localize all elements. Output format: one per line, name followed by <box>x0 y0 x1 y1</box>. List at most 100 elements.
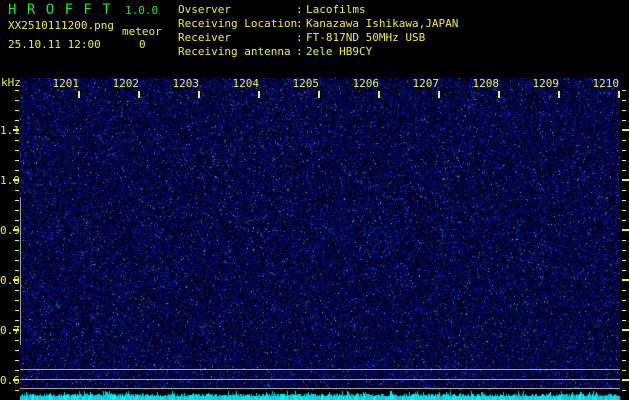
minor-tick <box>622 320 626 321</box>
minor-tick <box>15 350 19 351</box>
app-version: 1.0.0 <box>125 4 159 17</box>
x-axis-time-label: 1202 <box>112 77 140 90</box>
observation-datetime: 25.10.11 12:00 <box>8 38 101 51</box>
minor-tick <box>622 260 626 261</box>
minute-tick <box>198 91 200 98</box>
minor-tick <box>622 360 626 361</box>
info-colon: : <box>296 3 303 16</box>
minor-tick <box>15 200 19 201</box>
minor-tick <box>15 220 19 221</box>
minor-tick <box>15 190 19 191</box>
y-axis-label: 0.7 <box>0 324 20 337</box>
minor-tick <box>15 340 19 341</box>
minor-tick <box>622 390 626 391</box>
info-colon: : <box>296 17 303 30</box>
minute-tick <box>378 91 380 98</box>
x-axis-time-label: 1205 <box>292 77 320 90</box>
minor-tick <box>15 260 19 261</box>
app-title: H R O F F T <box>8 2 112 18</box>
x-axis-time-label: 1203 <box>172 77 200 90</box>
minor-tick <box>15 290 19 291</box>
minor-tick <box>622 310 626 311</box>
minute-tick <box>78 91 80 98</box>
minor-tick <box>15 300 19 301</box>
minor-tick <box>15 370 19 371</box>
minor-tick <box>15 110 19 111</box>
minor-tick <box>622 90 626 91</box>
minor-tick <box>622 120 626 121</box>
minor-tick <box>15 270 19 271</box>
minute-tick <box>498 91 500 98</box>
reference-line-0p60khz <box>20 379 620 380</box>
info-row-receiver: Receiver: FT-817ND 50MHz USB <box>178 31 458 45</box>
minor-tick <box>15 170 19 171</box>
station-info-block: Ovserver: Lacofilms Receiving Location: Ka… <box>178 3 458 59</box>
x-axis-time-label: 1208 <box>472 77 500 90</box>
info-label: Receiver <box>178 31 231 44</box>
minor-tick <box>15 100 19 101</box>
minor-tick <box>622 370 626 371</box>
minor-tick <box>622 160 626 161</box>
minor-tick <box>15 120 19 121</box>
minor-tick <box>622 150 626 151</box>
minor-tick <box>622 350 626 351</box>
x-axis-time-label: 1204 <box>232 77 260 90</box>
minor-tick <box>622 100 626 101</box>
minor-tick <box>622 300 626 301</box>
minor-tick <box>15 240 19 241</box>
minute-tick <box>258 91 260 98</box>
minor-tick <box>622 190 626 191</box>
hrofft-output-image: H R O F F T 1.0.0 XX2510111200.png meteo… <box>0 0 629 400</box>
output-filename: XX2510111200.png <box>8 19 114 32</box>
minor-tick <box>15 250 19 251</box>
major-tick <box>622 329 629 331</box>
info-colon: : <box>296 45 303 58</box>
info-value: FT-817ND 50MHz USB <box>306 31 426 44</box>
minor-tick <box>15 390 19 391</box>
y-axis-unit-label: kHz <box>1 76 21 89</box>
minute-tick <box>558 91 560 98</box>
minor-tick <box>622 290 626 291</box>
minute-tick <box>618 91 620 98</box>
info-row-location: Receiving Location: Kanazawa Ishikawa,JAP… <box>178 17 458 31</box>
info-colon: : <box>296 31 303 44</box>
reference-line-0p58khz <box>20 388 620 389</box>
info-label: Receiving antenna <box>178 45 291 58</box>
minute-tick <box>318 91 320 98</box>
minor-tick <box>15 210 19 211</box>
minor-tick <box>622 340 626 341</box>
minor-tick <box>15 320 19 321</box>
minute-tick <box>438 91 440 98</box>
y-axis-label: 1.0 <box>0 174 20 187</box>
minute-tick <box>138 91 140 98</box>
major-tick <box>622 179 629 181</box>
meteor-label: meteor <box>122 25 162 38</box>
minor-tick <box>15 160 19 161</box>
major-tick <box>622 379 629 381</box>
x-axis-time-label: 1207 <box>412 77 440 90</box>
x-axis-time-label: 1210 <box>592 77 620 90</box>
info-row-observer: Ovserver: Lacofilms <box>178 3 458 17</box>
y-axis-label: 1.1 <box>0 124 20 137</box>
noise-level-meter-canvas <box>20 390 620 400</box>
info-value: Kanazawa Ishikawa,JAPAN <box>306 17 459 30</box>
minor-tick <box>622 250 626 251</box>
info-value: 2ele HB9CY <box>306 45 373 58</box>
minor-tick <box>622 170 626 171</box>
info-label: Receiving Location <box>178 17 298 30</box>
minor-tick <box>622 210 626 211</box>
meteor-count: 0 <box>139 38 146 51</box>
major-tick <box>622 129 629 131</box>
minor-tick <box>15 90 19 91</box>
info-label: Ovserver <box>178 3 231 16</box>
info-row-antenna: Receiving antenna:2ele HB9CY <box>178 45 458 59</box>
major-tick <box>622 229 629 231</box>
x-axis-time-label: 1201 <box>52 77 80 90</box>
minor-tick <box>15 310 19 311</box>
minor-tick <box>15 140 19 141</box>
vertical-reference-line <box>20 197 21 345</box>
minor-tick <box>622 220 626 221</box>
y-axis-label: 0.6 <box>0 374 20 387</box>
minor-tick <box>15 360 19 361</box>
minor-tick <box>622 110 626 111</box>
